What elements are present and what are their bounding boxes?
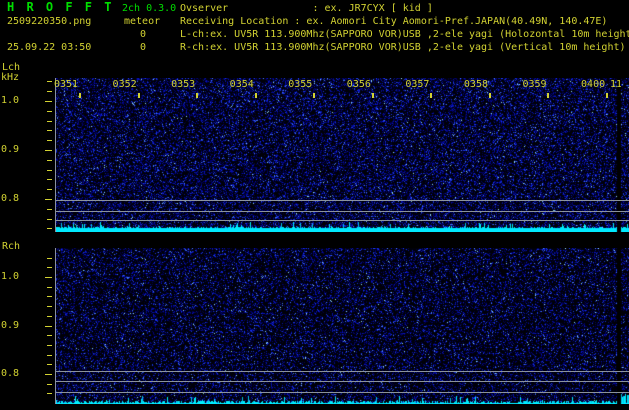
mode-label: meteor [124, 16, 161, 27]
rch-carrier-line-2 [56, 381, 629, 382]
lch-carrier-line-3 [56, 220, 629, 221]
lch-freq-tick [47, 130, 52, 131]
minute-tick-0351 [79, 93, 81, 98]
time-label-0357: 0357 [405, 79, 430, 90]
rch-freq-tick [47, 258, 52, 259]
minute-tick-0353 [196, 93, 199, 98]
lch-freq-tick [47, 121, 52, 122]
lch-freq-label-0.8: 0.8 [1, 193, 20, 204]
rch-freq-tick [47, 364, 52, 365]
output-filename: 2509220350.png [7, 16, 92, 27]
app-version: 2ch 0.3.0 [122, 3, 177, 14]
time-label-0354: 0354 [229, 79, 254, 90]
time-label-0352: 0352 [112, 79, 137, 90]
minute-tick-0352 [137, 93, 140, 98]
minute-tick-0355 [313, 93, 316, 98]
app-title: H R O F F T [7, 0, 114, 14]
lch-y-axis-line [55, 78, 56, 232]
location-info-line: Receiving Location : ex. Aomori City Aom… [180, 16, 608, 27]
time-label-0359: 0359 [522, 79, 547, 90]
lch-freq-tick [45, 199, 52, 200]
time-label-0355: 0355 [288, 79, 313, 90]
hrofft-window: H R O F F T 2ch 0.3.0 2509220350.png met… [0, 0, 629, 410]
minute-tick-0358 [488, 93, 491, 98]
minute-tick-0400 [606, 93, 609, 98]
time-label-0358: 0358 [463, 79, 488, 90]
lch-freq-tick [47, 160, 52, 161]
rch-freq-label-0.8: 0.8 [1, 368, 20, 379]
rch-freq-tick [47, 267, 52, 268]
lch-freq-tick [47, 111, 52, 112]
lch-freq-label-0.9: 0.9 [1, 144, 20, 155]
lch-freq-tick [47, 91, 52, 92]
lch-receiver-info-line: L-ch:ex. UV5R 113.900Mhz(SAPPORO VOR)USB… [180, 29, 629, 40]
lch-carrier-line-1 [56, 200, 629, 201]
rch-freq-tick [45, 326, 52, 327]
rch-freq-tick [47, 345, 52, 346]
rch-freq-tick [47, 296, 52, 297]
rch-carrier-line-1 [56, 371, 629, 372]
lch-freq-tick [47, 170, 52, 171]
lch-freq-tick [47, 219, 52, 220]
rch-freq-tick [47, 384, 52, 385]
rch-freq-tick [47, 355, 52, 356]
lch-unit-label: kHz [1, 72, 20, 83]
rch-freq-tick [47, 306, 52, 307]
minute-tick-0359 [547, 93, 550, 98]
lch-spectrogram-canvas [56, 78, 629, 232]
rch-freq-label-0.9: 0.9 [1, 319, 20, 331]
rch-freq-tick [45, 277, 52, 278]
rch-meteor-count: 0 [140, 42, 147, 53]
observation-datetime: 25.09.22 03:50 [7, 42, 92, 53]
minute-tick-0356 [371, 93, 374, 98]
time-label-0353: 0353 [171, 79, 196, 90]
time-label-0356: 0356 [346, 79, 371, 90]
lch-carrier-line-2 [56, 211, 629, 212]
time-label-0400: 0400 [581, 79, 606, 90]
lch-meteor-count: 0 [140, 29, 147, 40]
lch-freq-tick [47, 179, 52, 180]
rch-freq-tick [47, 335, 52, 336]
rch-freq-tick [47, 316, 52, 317]
observer-info-line: Ovserver : ex. JR7CYX [ kid ] [180, 3, 433, 14]
lch-freq-tick [47, 189, 52, 190]
rch-carrier-line-3 [56, 392, 629, 393]
minute-tick-0357 [430, 93, 433, 98]
lch-freq-tick [45, 101, 52, 102]
minute-tick-0354 [254, 93, 257, 98]
partial-time-label: 11 [610, 79, 621, 90]
rch-channel-label: Rch [2, 241, 21, 252]
rch-freq-tick [47, 393, 52, 394]
lch-freq-tick [47, 209, 52, 210]
lch-freq-tick [47, 228, 52, 229]
lch-freq-tick [45, 150, 52, 151]
lch-freq-tick [47, 140, 52, 141]
time-label-0351: 0351 [54, 79, 79, 90]
rch-freq-label-1.0: 1.0 [1, 271, 20, 282]
lch-freq-label-1.0: 1.0 [1, 95, 20, 106]
rch-freq-tick [45, 374, 52, 375]
rch-receiver-info-line: R-ch:ex. UV5R 113.900Mhz(SAPPORO VOR)USB… [180, 42, 626, 53]
rch-freq-tick [47, 287, 52, 288]
lch-freq-tick [47, 81, 52, 82]
